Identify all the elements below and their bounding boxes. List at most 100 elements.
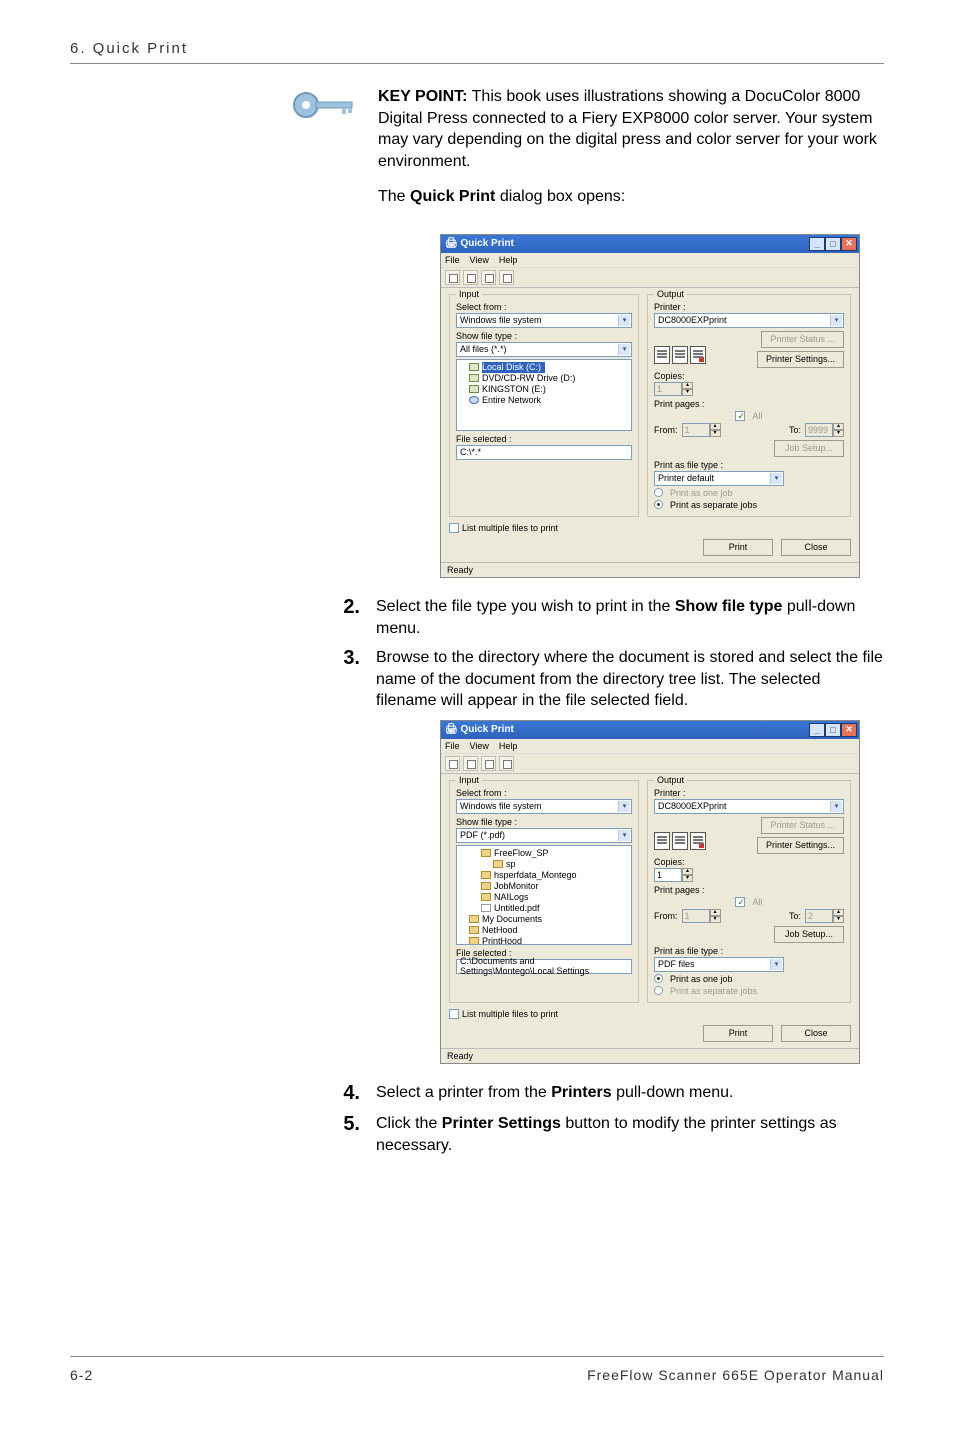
intro-paragraph: The Quick Print dialog box opens: xyxy=(378,186,884,208)
step-text: Select the file type you wish to print i… xyxy=(376,596,884,639)
toolbar-button-4[interactable] xyxy=(499,270,514,285)
printer-status-button: Printer Status ... xyxy=(761,331,844,348)
tree-item[interactable]: sp xyxy=(459,859,629,870)
separate-jobs-radio[interactable] xyxy=(654,500,663,509)
spin-down-icon[interactable]: ▾ xyxy=(682,389,693,396)
one-job-radio xyxy=(654,488,663,497)
output-fieldset: Output Printer : DC8000EXPprint▾ Printer… xyxy=(647,294,851,517)
keypoint-label: KEY POINT: xyxy=(378,88,468,105)
network-icon xyxy=(469,396,479,404)
printer-combo[interactable]: DC8000EXPprint▾ xyxy=(654,799,844,814)
menu-view[interactable]: View xyxy=(470,255,489,265)
printer-status-button: Printer Status ... xyxy=(761,817,844,834)
show-filetype-combo[interactable]: PDF (*.pdf)▾ xyxy=(456,828,632,843)
copies-spinner[interactable]: 1▴▾ xyxy=(654,382,844,396)
manual-title: FreeFlow Scanner 665E Operator Manual xyxy=(587,1367,884,1383)
spin-down-icon[interactable]: ▾ xyxy=(682,875,693,882)
minimize-button[interactable]: _ xyxy=(809,237,825,251)
file-selected-field[interactable]: C:\*.* xyxy=(456,445,632,460)
keypoint-paragraph: KEY POINT: This book uses illustrations … xyxy=(378,86,884,172)
menu-file[interactable]: File xyxy=(445,741,460,751)
tree-item[interactable]: PrintHood xyxy=(459,936,629,945)
quick-print-dialog-2: 🖨 Quick Print _ □ ✕ File View Help xyxy=(440,720,860,1064)
tree-item[interactable]: Entire Network xyxy=(459,395,629,406)
menu-help[interactable]: Help xyxy=(499,255,518,265)
close-button[interactable]: Close xyxy=(781,1025,851,1042)
select-from-combo[interactable]: Windows file system▾ xyxy=(456,313,632,328)
from-spinner: 1▴▾ xyxy=(682,909,721,923)
all-label: All xyxy=(752,411,762,421)
directory-tree[interactable]: FreeFlow_SP sp hsperfdata_Montego JobMon… xyxy=(456,845,632,945)
toolbar-button-2[interactable] xyxy=(463,756,478,771)
all-pages-checkbox[interactable] xyxy=(735,897,745,907)
toolbar-button-1[interactable] xyxy=(445,756,460,771)
tree-item[interactable]: JobMonitor xyxy=(459,881,629,892)
tree-item[interactable]: Local Disk (C:) xyxy=(459,362,629,373)
print-filetype-combo[interactable]: Printer default▾ xyxy=(654,471,784,486)
directory-tree[interactable]: Local Disk (C:) DVD/CD-RW Drive (D:) KIN… xyxy=(456,359,632,431)
toolbar xyxy=(441,267,859,288)
spin-up-icon[interactable]: ▴ xyxy=(682,382,693,389)
toolbar-button-4[interactable] xyxy=(499,756,514,771)
copies-label: Copies: xyxy=(654,371,844,381)
step-number: 5. xyxy=(70,1113,360,1156)
minimize-button[interactable]: _ xyxy=(809,723,825,737)
select-from-label: Select from : xyxy=(456,302,632,312)
tree-item[interactable]: hsperfdata_Montego xyxy=(459,870,629,881)
titlebar[interactable]: 🖨 Quick Print _ □ ✕ xyxy=(441,235,859,253)
step-number: 3. xyxy=(70,647,360,712)
toolbar-button-3[interactable] xyxy=(481,756,496,771)
tree-item[interactable]: NetHood xyxy=(459,925,629,936)
toolbar-button-2[interactable] xyxy=(463,270,478,285)
step-text: Select a printer from the Printers pull-… xyxy=(376,1082,884,1105)
toolbar-button-3[interactable] xyxy=(481,270,496,285)
print-filetype-combo[interactable]: PDF files▾ xyxy=(654,957,784,972)
tree-item[interactable]: DVD/CD-RW Drive (D:) xyxy=(459,373,629,384)
folder-icon xyxy=(481,882,491,890)
close-window-button[interactable]: ✕ xyxy=(841,723,857,737)
step-text: Browse to the directory where the docume… xyxy=(376,647,884,712)
job-setup-button: Job Setup... xyxy=(774,440,844,457)
copies-spinner[interactable]: 1▴▾ xyxy=(654,868,844,882)
menu-help[interactable]: Help xyxy=(499,741,518,751)
file-selected-field[interactable]: C:\Documents and Settings\Montego\Local … xyxy=(456,959,632,974)
printer-settings-button[interactable]: Printer Settings... xyxy=(757,837,844,854)
folder-icon xyxy=(469,915,479,923)
close-button[interactable]: Close xyxy=(781,539,851,556)
tree-item[interactable]: NAILogs xyxy=(459,892,629,903)
tree-item[interactable]: KINGSTON (E:) xyxy=(459,384,629,395)
tree-item[interactable]: Untitled.pdf xyxy=(459,903,629,914)
printer-combo[interactable]: DC8000EXPprint▾ xyxy=(654,313,844,328)
show-filetype-combo[interactable]: All files (*.*)▾ xyxy=(456,342,632,357)
print-pages-label: Print pages : xyxy=(654,885,844,895)
one-job-radio[interactable] xyxy=(654,974,663,983)
maximize-button[interactable]: □ xyxy=(825,723,841,737)
tree-item[interactable]: My Documents xyxy=(459,914,629,925)
print-button[interactable]: Print xyxy=(703,539,773,556)
job-setup-button[interactable]: Job Setup... xyxy=(774,926,844,943)
titlebar[interactable]: 🖨 Quick Print _ □ ✕ xyxy=(441,721,859,739)
all-pages-checkbox[interactable] xyxy=(735,411,745,421)
maximize-button[interactable]: □ xyxy=(825,237,841,251)
output-legend: Output xyxy=(654,289,687,299)
from-spinner: 1▴▾ xyxy=(682,423,721,437)
tree-item[interactable]: FreeFlow_SP xyxy=(459,848,629,859)
menu-view[interactable]: View xyxy=(470,741,489,751)
menu-file[interactable]: File xyxy=(445,255,460,265)
list-multiple-label: List multiple files to print xyxy=(462,1009,558,1019)
folder-icon xyxy=(493,860,503,868)
pdf-file-icon xyxy=(481,904,491,912)
toolbar-button-1[interactable] xyxy=(445,270,460,285)
spin-up-icon[interactable]: ▴ xyxy=(682,868,693,875)
print-button[interactable]: Print xyxy=(703,1025,773,1042)
list-multiple-checkbox[interactable] xyxy=(449,523,459,533)
window-title: Quick Print xyxy=(460,238,513,249)
list-multiple-checkbox[interactable] xyxy=(449,1009,459,1019)
folder-icon xyxy=(481,893,491,901)
printer-settings-button[interactable]: Printer Settings... xyxy=(757,351,844,368)
select-from-combo[interactable]: Windows file system▾ xyxy=(456,799,632,814)
folder-icon xyxy=(469,926,479,934)
chevron-down-icon: ▾ xyxy=(770,959,782,970)
input-fieldset: Input Select from : Windows file system▾… xyxy=(449,780,639,1003)
close-window-button[interactable]: ✕ xyxy=(841,237,857,251)
